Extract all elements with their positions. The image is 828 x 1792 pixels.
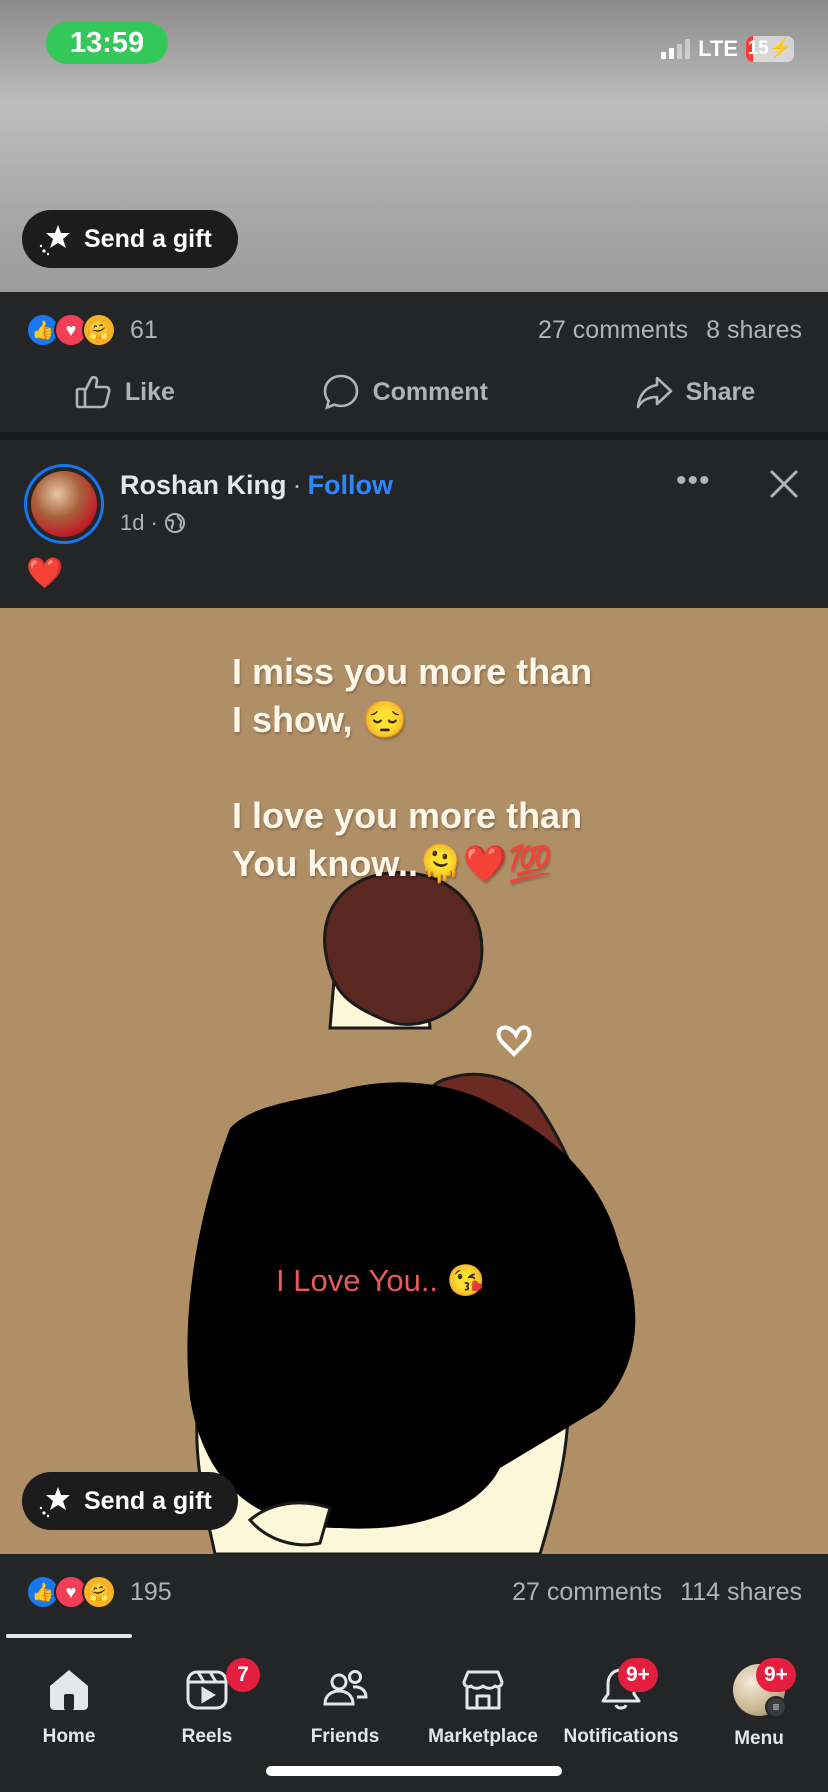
previous-post-stats: 👍 ♥ 🤗 61 27 comments 8 shares — [0, 292, 828, 368]
quote-line-1: I miss you more than — [232, 651, 593, 692]
reaction-count[interactable]: 61 — [130, 316, 158, 345]
send-gift-label: Send a gift — [84, 224, 212, 253]
reaction-icons[interactable]: 👍 ♥ 🤗 — [26, 313, 116, 347]
post-actions: Like Comment Share — [0, 360, 828, 424]
post-stats: 👍 ♥ 🤗 195 27 comments 114 shares — [0, 1554, 828, 1630]
post-image[interactable]: I miss you more than I show, 😔 I love yo… — [0, 608, 828, 1554]
comment-button[interactable]: Comment — [321, 372, 488, 412]
comment-bubble-icon — [323, 374, 358, 410]
menu-badge: 9+ — [756, 1658, 796, 1692]
author-avatar[interactable] — [24, 464, 104, 544]
share-arrow-icon — [636, 376, 672, 409]
nav-notifications[interactable]: Notifications 9+ — [552, 1650, 690, 1792]
more-options-icon[interactable]: ••• — [676, 466, 711, 496]
friends-icon — [323, 1670, 368, 1706]
notifications-badge: 9+ — [618, 1658, 658, 1692]
comments-count[interactable]: 27 comments — [538, 316, 688, 345]
nav-label: Menu — [734, 1728, 784, 1749]
send-gift-label: Send a gift — [84, 1486, 212, 1515]
thumbs-up-icon — [75, 375, 111, 409]
reaction-icons[interactable]: 👍 ♥ 🤗 — [26, 1575, 116, 1609]
image-love-text: I Love You.. 😘 — [276, 1263, 486, 1298]
gift-star-icon — [39, 1487, 70, 1518]
share-button[interactable]: Share — [634, 372, 755, 412]
network-type: LTE — [698, 36, 738, 61]
author-name[interactable]: Roshan King — [120, 470, 287, 500]
home-indicator — [266, 1766, 562, 1776]
shares-count[interactable]: 114 shares — [680, 1578, 802, 1607]
follow-button[interactable]: Follow — [308, 470, 393, 500]
gift-star-icon — [39, 225, 70, 256]
post-time[interactable]: 1d — [120, 510, 144, 536]
meta-separator: · — [150, 510, 158, 535]
post-meta: 1d · — [120, 510, 186, 536]
battery-level: 15 — [747, 38, 769, 59]
quote-line-3: I love you more than — [232, 795, 583, 836]
close-icon[interactable] — [766, 466, 802, 502]
post-caption: ❤️ — [26, 557, 64, 590]
like-label: Like — [124, 377, 175, 406]
reels-badge: 7 — [226, 1658, 260, 1692]
status-time: 13:59 — [46, 22, 168, 64]
nav-reels[interactable]: Reels 7 — [138, 1650, 276, 1792]
shares-count[interactable]: 8 shares — [706, 316, 802, 345]
post-divider — [0, 432, 828, 440]
like-button[interactable]: Like — [73, 372, 175, 412]
send-gift-button[interactable]: Send a gift — [22, 210, 238, 268]
send-gift-button[interactable]: Send a gift — [22, 1472, 238, 1530]
nav-menu[interactable]: ≡ Menu 9+ — [690, 1650, 828, 1792]
nav-label: Notifications — [563, 1726, 679, 1747]
nav-label: Home — [42, 1726, 96, 1747]
reels-icon — [186, 1670, 228, 1710]
quote-line-4: You know..🫠❤️💯 — [232, 843, 553, 884]
comment-label: Comment — [372, 377, 488, 406]
care-reaction-icon: 🤗 — [82, 1575, 116, 1609]
author-line: Roshan King · Follow — [120, 470, 393, 501]
post-header: Roshan King · Follow 1d · ••• ❤️ — [0, 440, 828, 608]
nav-home[interactable]: Home — [0, 1650, 138, 1792]
nav-label: Friends — [310, 1726, 380, 1747]
quote-line-2: I show, 😔 — [232, 699, 408, 740]
author-separator: · — [292, 470, 302, 500]
menu-hamburger-icon: ≡ — [765, 1696, 787, 1718]
reaction-count[interactable]: 195 — [130, 1578, 172, 1607]
home-icon — [50, 1670, 88, 1710]
marketplace-icon — [462, 1670, 504, 1710]
share-label: Share — [685, 377, 756, 406]
care-reaction-icon: 🤗 — [82, 313, 116, 347]
globe-icon — [164, 513, 185, 533]
signal-icon — [661, 39, 691, 59]
nav-label: Marketplace — [428, 1726, 538, 1747]
previous-post-image[interactable]: 13:59 LTE 15⚡ Send a gift — [0, 0, 828, 292]
comments-count[interactable]: 27 comments — [512, 1578, 662, 1607]
battery-icon: 15⚡ — [746, 36, 794, 62]
nav-label: Reels — [181, 1726, 233, 1747]
status-indicators: LTE 15⚡ — [661, 36, 794, 62]
avatar-image — [31, 471, 97, 537]
image-quote: I miss you more than I show, 😔 I love yo… — [232, 648, 592, 888]
